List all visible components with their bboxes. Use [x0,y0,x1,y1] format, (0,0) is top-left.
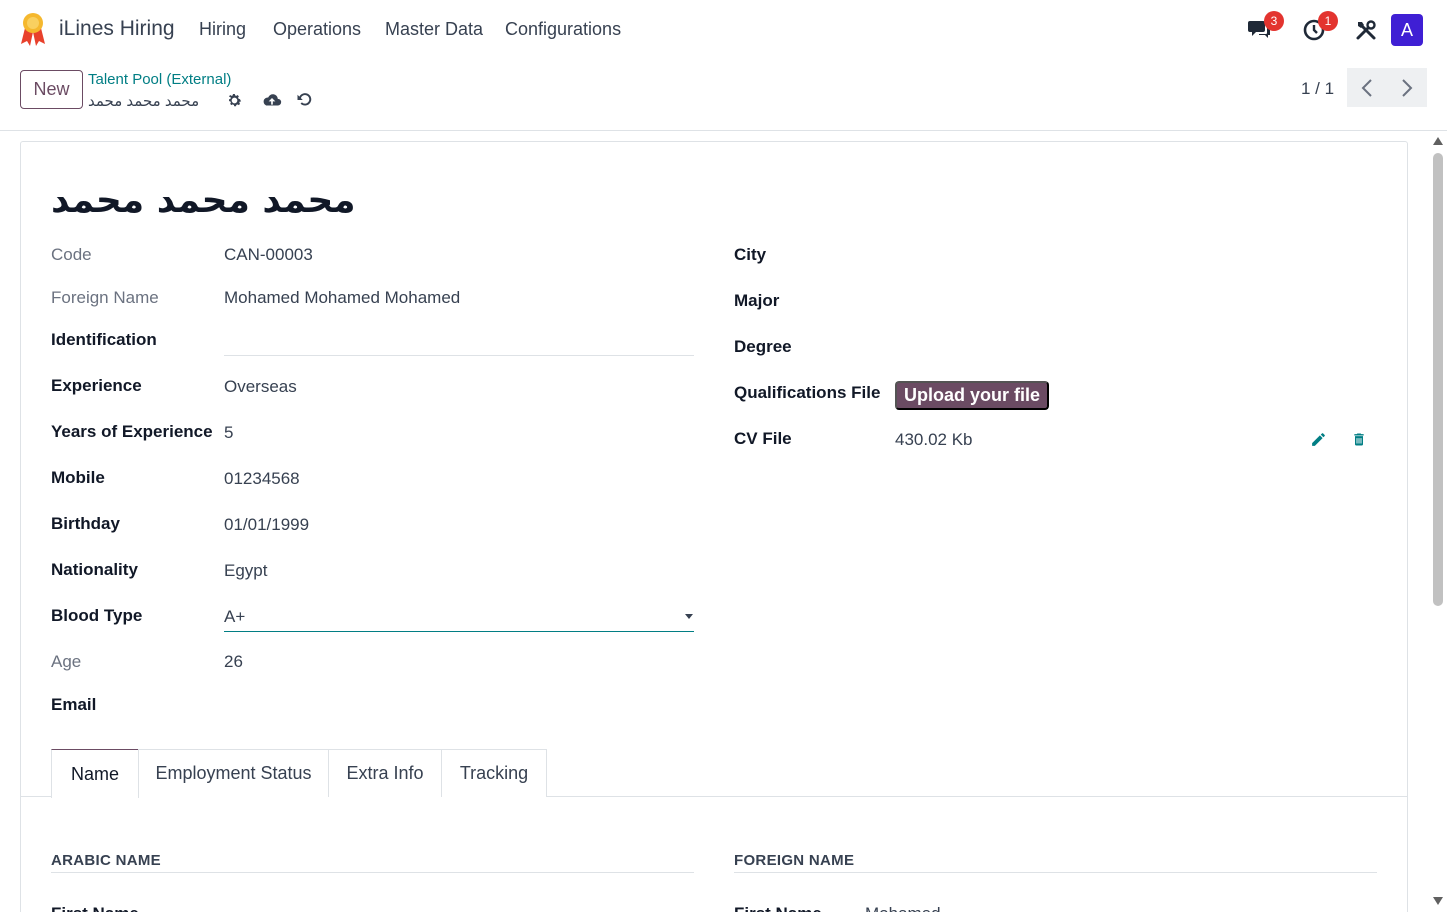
label-major: Major [734,291,780,310]
menu-operations[interactable]: Operations [273,19,361,40]
section-arabic-name: ARABIC NAME [51,852,161,869]
control-panel-divider [0,130,1447,131]
label-years-of-experience: Years of Experience [51,422,213,441]
menu-master-data[interactable]: Master Data [385,19,483,40]
new-button[interactable]: New [20,70,83,109]
activities-button[interactable]: 1 [1300,11,1338,44]
activities-badge: 1 [1318,11,1338,31]
trash-icon[interactable] [1350,430,1368,448]
tab-tracking[interactable]: Tracking [441,749,547,797]
nationality-field[interactable]: Egypt [224,561,267,581]
section-foreign-divider [734,872,1377,873]
label-arabic-first-name: First Name [51,904,139,912]
value-code: CAN-00003 [224,245,313,264]
years-of-experience-field[interactable]: 5 [224,423,233,443]
scroll-up-arrow[interactable] [1433,137,1443,145]
messages-badge: 3 [1264,11,1284,31]
blood-type-underline [224,631,694,632]
section-arabic-divider [51,872,694,873]
breadcrumb-current: محمد محمد محمد [88,93,200,110]
label-code: Code [51,245,92,264]
label-email: Email [51,695,97,714]
identification-input[interactable] [224,330,694,354]
label-age: Age [51,652,82,671]
label-birthday: Birthday [51,514,120,533]
breadcrumb-parent[interactable]: Talent Pool (External) [88,71,231,88]
discard-icon[interactable] [295,90,315,110]
label-identification: Identification [51,330,157,349]
tools-icon [1356,20,1376,40]
value-age: 26 [224,652,243,671]
label-blood-type: Blood Type [51,606,143,625]
experience-field[interactable]: Overseas [224,377,297,397]
caret-down-icon[interactable] [685,614,693,619]
menu-hiring[interactable]: Hiring [199,19,246,40]
tools-button[interactable] [1352,16,1380,44]
pencil-icon[interactable] [1309,430,1327,448]
upload-file-button[interactable]: Upload your file [895,381,1049,410]
record-title[interactable]: محمد محمد محمد [51,180,356,221]
cloud-upload-icon[interactable] [262,90,282,110]
app-name[interactable]: iLines Hiring [59,17,175,41]
label-nationality: Nationality [51,560,138,579]
label-cv-file: CV File [734,429,792,448]
user-avatar[interactable]: A [1391,14,1423,46]
ribbon-logo-icon[interactable] [20,12,46,46]
birthday-field[interactable]: 01/01/1999 [224,515,309,535]
cv-file-size[interactable]: 430.02 Kb [895,430,973,450]
value-foreign-name: Mohamed Mohamed Mohamed [224,288,461,307]
label-city: City [734,245,767,264]
chevron-left-icon [1361,78,1372,97]
chevron-right-icon [1402,78,1413,97]
blood-type-select[interactable]: A+ [224,607,245,627]
messages-button[interactable]: 3 [1246,11,1284,44]
tab-employment-status[interactable]: Employment Status [138,749,329,797]
foreign-first-name-field[interactable]: Mohamed [865,904,941,912]
top-navbar: iLines Hiring Hiring Operations Master D… [0,0,1447,60]
section-foreign-name: FOREIGN NAME [734,852,855,869]
label-qualifications-file: Qualifications File [734,383,881,402]
tab-name[interactable]: Name [51,749,139,798]
mobile-field[interactable]: 01234568 [224,469,300,489]
scrollbar-thumb[interactable] [1433,153,1443,606]
label-foreign-name: Foreign Name [51,288,159,307]
tab-extra-info[interactable]: Extra Info [328,749,442,797]
pager-next-button[interactable] [1387,68,1427,107]
menu-configurations[interactable]: Configurations [505,19,621,40]
scroll-down-arrow[interactable] [1433,897,1443,905]
pager-value[interactable]: 1 / 1 [1301,79,1334,99]
label-mobile: Mobile [51,468,105,487]
identification-underline [224,355,694,356]
label-foreign-first-name: First Name [734,904,822,912]
label-degree: Degree [734,337,792,356]
gear-icon[interactable] [224,90,244,110]
pager-previous-button[interactable] [1347,68,1387,107]
label-experience: Experience [51,376,142,395]
